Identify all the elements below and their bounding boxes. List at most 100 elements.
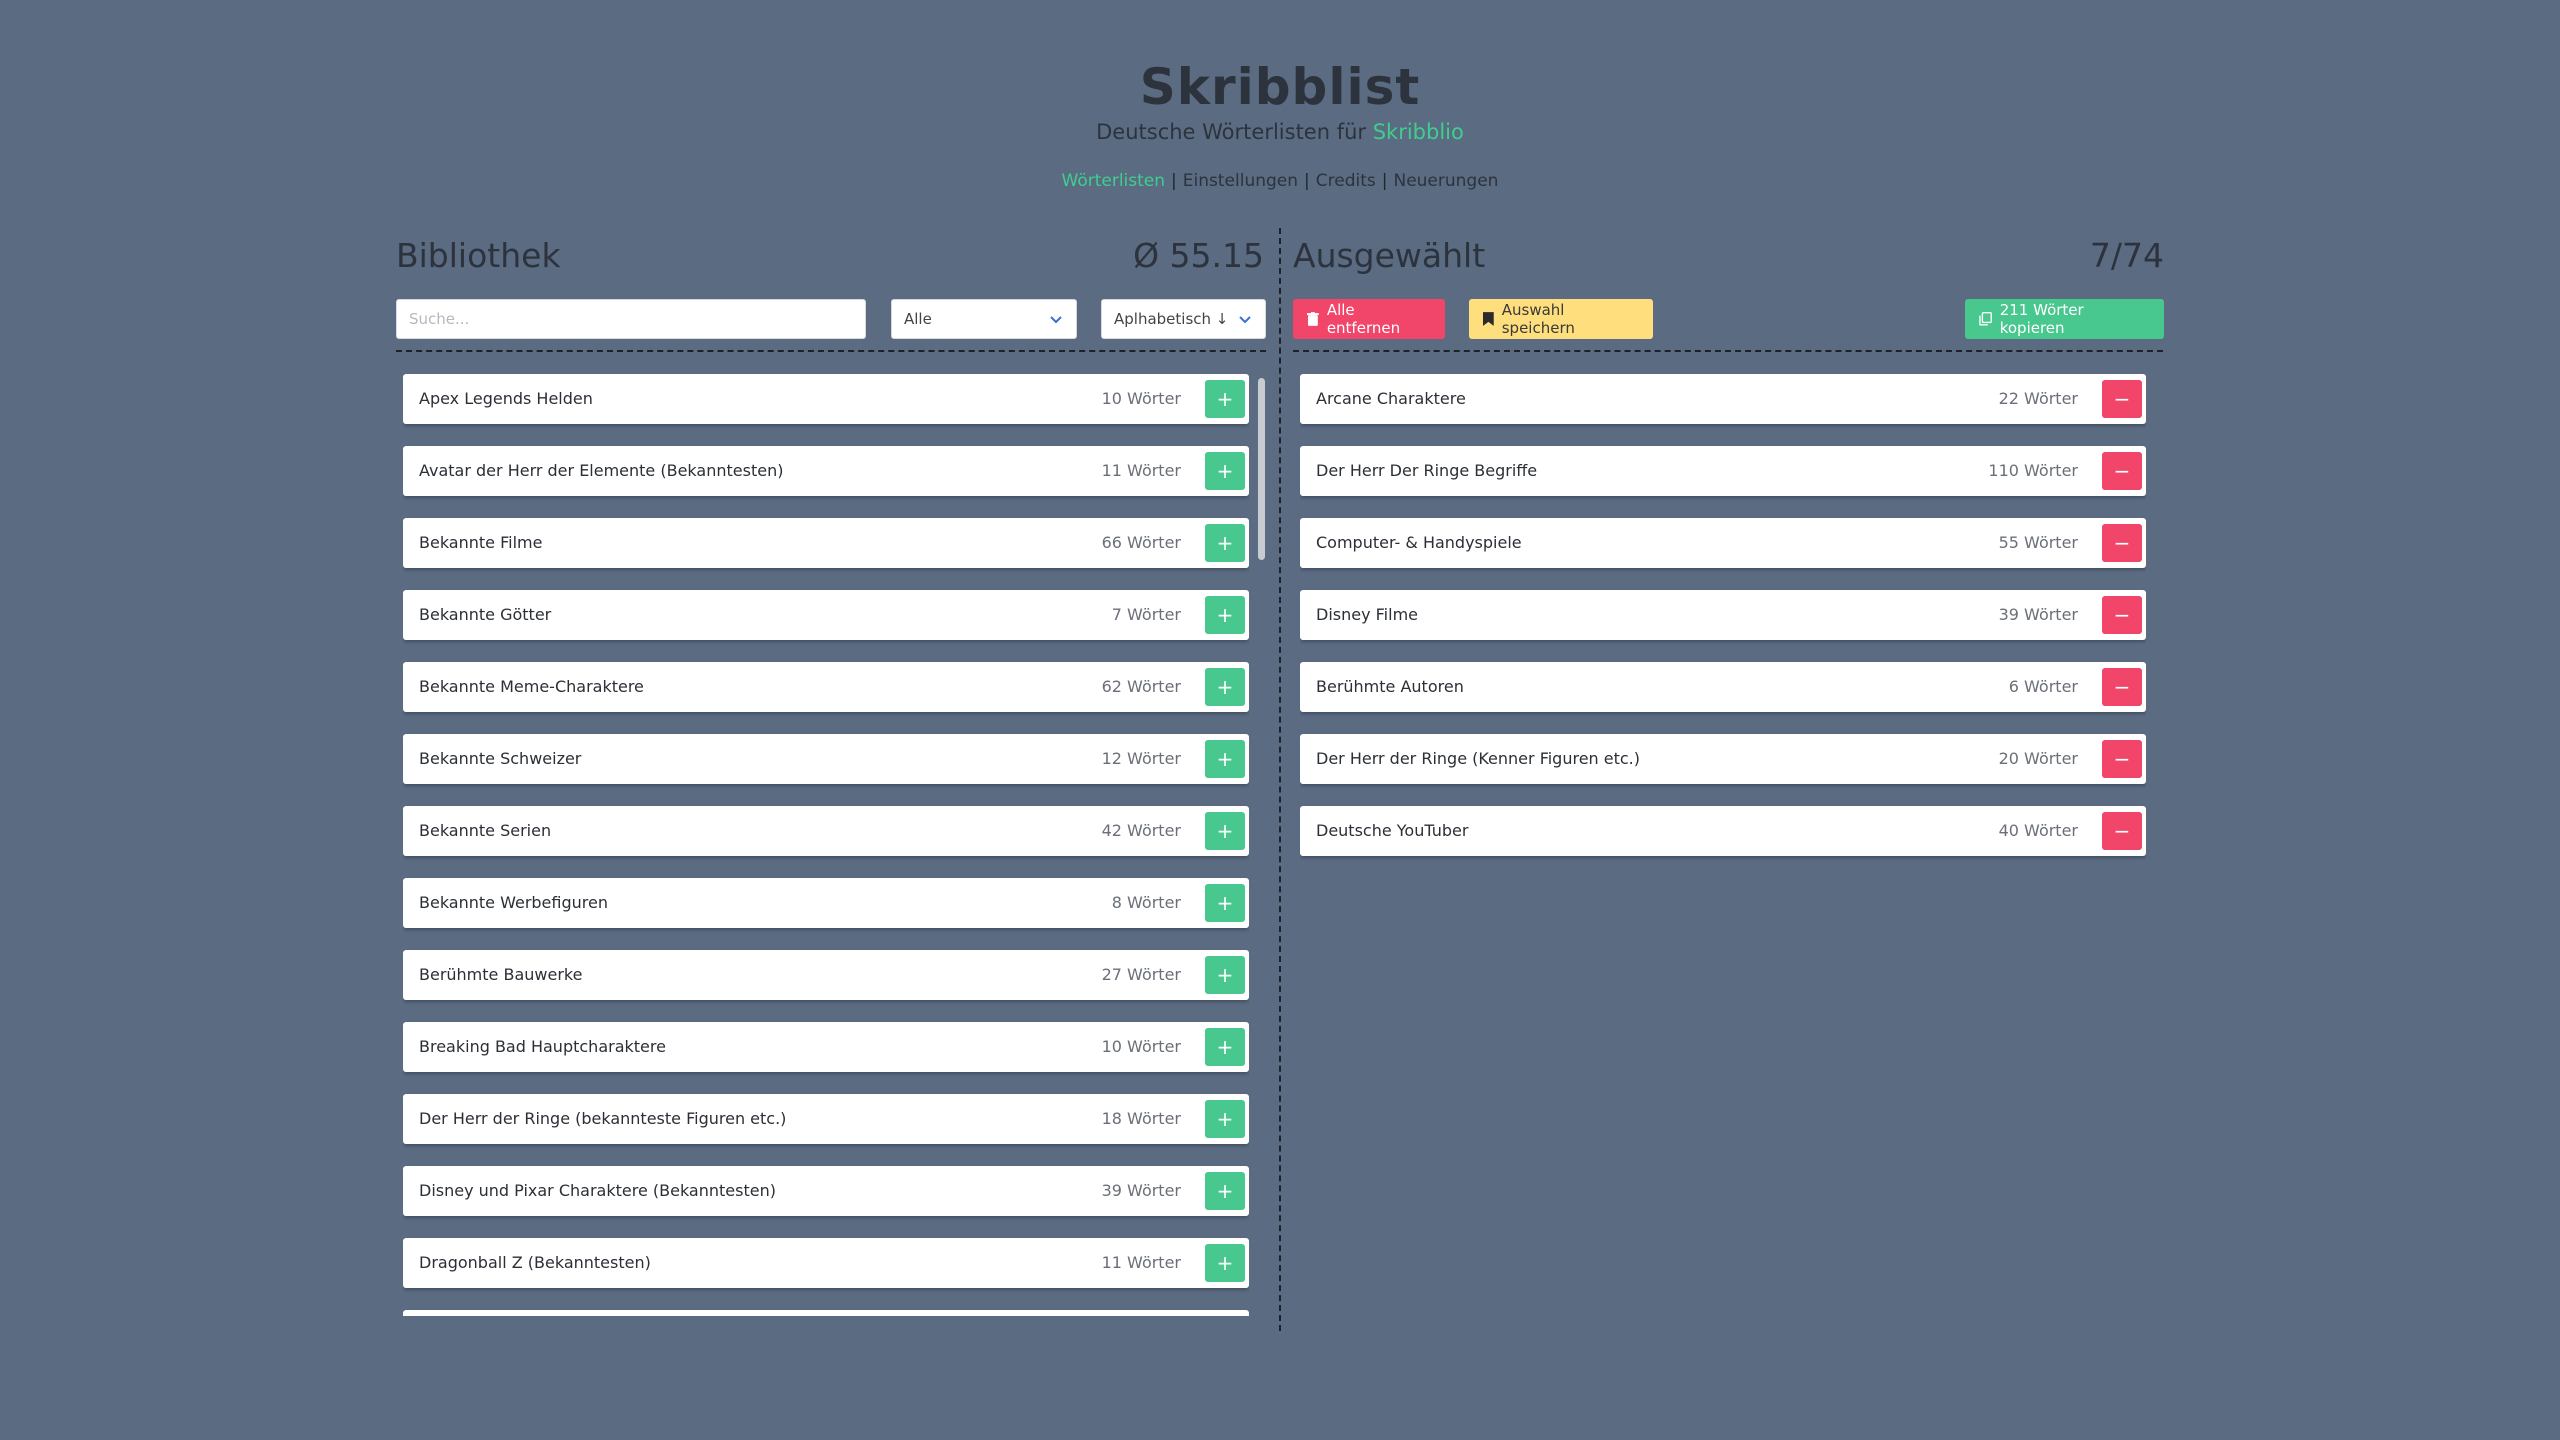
nav-credits[interactable]: Credits	[1310, 171, 1382, 191]
list-item: Breaking Bad Hauptcharaktere 10 Wörter +	[403, 1022, 1249, 1072]
copy-words-button[interactable]: 211 Wörter kopieren	[1965, 299, 2164, 339]
list-item-name: Dragonball Z (Bekanntesten)	[419, 1253, 651, 1272]
panel-divider	[1279, 228, 1281, 1331]
library-list[interactable]: Apex Legends Helden 10 Wörter + Avatar der …	[403, 374, 1249, 1316]
library-divider	[396, 350, 1266, 352]
list-item-count: 42 Wörter	[1101, 821, 1181, 840]
nav-wortlisten[interactable]: Wörterlisten	[1056, 171, 1172, 191]
list-item-count: 6 Wörter	[2008, 677, 2078, 696]
list-item-count: 12 Wörter	[1101, 749, 1181, 768]
list-item-name: Bekannte Werbefiguren	[419, 893, 608, 912]
add-list-button[interactable]: +	[1205, 812, 1245, 850]
list-item: Apex Legends Helden 10 Wörter +	[403, 374, 1249, 424]
nav-neuerungen[interactable]: Neuerungen	[1387, 171, 1504, 191]
list-item: Bekannte Serien 42 Wörter +	[403, 806, 1249, 856]
list-item: +	[403, 1310, 1249, 1316]
library-scrollbar[interactable]	[1258, 378, 1265, 560]
list-item-name: Breaking Bad Hauptcharaktere	[419, 1037, 666, 1056]
remove-all-button[interactable]: Alle entfernen	[1293, 299, 1445, 339]
list-item: Bekannte Werbefiguren 8 Wörter +	[403, 878, 1249, 928]
bookmark-icon	[1483, 312, 1494, 326]
add-list-button[interactable]: +	[1205, 380, 1245, 418]
list-item-name: Bekannte Serien	[419, 821, 552, 840]
list-item-name: Disney Filme	[1316, 605, 1418, 624]
list-item-name: Bekannte Schweizer	[419, 749, 582, 768]
list-item: Berühmte Bauwerke 27 Wörter +	[403, 950, 1249, 1000]
list-item-name: Bekannte Meme-Charaktere	[419, 677, 644, 696]
trash-icon	[1307, 312, 1319, 326]
list-item-name: Disney und Pixar Charaktere (Bekannteste…	[419, 1181, 776, 1200]
add-list-button[interactable]: +	[1205, 1028, 1245, 1066]
remove-list-button[interactable]: −	[2102, 812, 2142, 850]
add-list-button[interactable]: +	[1205, 1172, 1245, 1210]
add-list-button[interactable]: +	[1205, 668, 1245, 706]
list-item: Deutsche YouTuber 40 Wörter −	[1300, 806, 2146, 856]
list-item-name: Arcane Charaktere	[1316, 389, 1466, 408]
add-list-button[interactable]: +	[1205, 452, 1245, 490]
list-item: Berühmte Autoren 6 Wörter −	[1300, 662, 2146, 712]
list-item-count: 55 Wörter	[1998, 533, 2078, 552]
add-list-button[interactable]: +	[1205, 524, 1245, 562]
list-item: Der Herr Der Ringe Begriffe 110 Wörter −	[1300, 446, 2146, 496]
list-item: Computer- & Handyspiele 55 Wörter −	[1300, 518, 2146, 568]
add-list-button[interactable]: +	[1205, 596, 1245, 634]
nav-einstellungen[interactable]: Einstellungen	[1177, 171, 1304, 191]
save-selection-button[interactable]: Auswahl speichern	[1469, 299, 1653, 339]
chevron-down-icon	[1050, 316, 1062, 324]
list-item-name: Der Herr der Ringe (Kenner Figuren etc.)	[1316, 749, 1641, 768]
list-item: Bekannte Meme-Charaktere 62 Wörter +	[403, 662, 1249, 712]
remove-list-button[interactable]: −	[2102, 668, 2142, 706]
sort-select-value: Aplhabetisch ↓	[1114, 310, 1229, 328]
list-item-name: Apex Legends Helden	[419, 389, 593, 408]
list-item-count: 110 Wörter	[1988, 461, 2078, 480]
list-item-count: 39 Wörter	[1998, 605, 2078, 624]
selected-divider	[1293, 350, 2163, 352]
list-item: Der Herr der Ringe (bekannteste Figuren …	[403, 1094, 1249, 1144]
list-item-name: Avatar der Herr der Elemente (Bekanntest…	[419, 461, 784, 480]
subtitle-text: Deutsche Wörterlisten für	[1096, 120, 1373, 144]
remove-list-button[interactable]: −	[2102, 380, 2142, 418]
list-item-count: 18 Wörter	[1101, 1109, 1181, 1128]
list-item-count: 62 Wörter	[1101, 677, 1181, 696]
remove-list-button[interactable]: −	[2102, 524, 2142, 562]
filter-select[interactable]: Alle	[891, 299, 1077, 339]
list-item-count: 40 Wörter	[1998, 821, 2078, 840]
list-item: Dragonball Z (Bekanntesten) 11 Wörter +	[403, 1238, 1249, 1288]
search-input[interactable]	[396, 299, 866, 339]
remove-list-button[interactable]: −	[2102, 452, 2142, 490]
list-item-name: Berühmte Bauwerke	[419, 965, 583, 984]
app-title: Skribblist	[1139, 58, 1421, 116]
selected-title: Ausgewählt	[1293, 236, 1486, 275]
filter-select-value: Alle	[904, 310, 932, 328]
add-list-button[interactable]: +	[1205, 884, 1245, 922]
save-selection-label: Auswahl speichern	[1501, 301, 1575, 337]
list-item-count: 20 Wörter	[1998, 749, 2078, 768]
sort-select[interactable]: Aplhabetisch ↓	[1101, 299, 1266, 339]
list-item: Arcane Charaktere 22 Wörter −	[1300, 374, 2146, 424]
remove-list-button[interactable]: −	[2102, 740, 2142, 778]
list-item-name: Deutsche YouTuber	[1316, 821, 1469, 840]
add-list-button[interactable]: +	[1205, 956, 1245, 994]
selected-list: Arcane Charaktere 22 Wörter − Der Herr Der …	[1300, 374, 2146, 1316]
list-item-name: Der Herr Der Ringe Begriffe	[1316, 461, 1538, 480]
add-list-button[interactable]: +	[1205, 1244, 1245, 1282]
list-item-name: Bekannte Götter	[419, 605, 552, 624]
list-item: Der Herr der Ringe (Kenner Figuren etc.)…	[1300, 734, 2146, 784]
chevron-down-icon	[1239, 316, 1251, 324]
add-list-button[interactable]: +	[1205, 1100, 1245, 1138]
list-item: Bekannte Schweizer 12 Wörter +	[403, 734, 1249, 784]
list-item-count: 10 Wörter	[1101, 1037, 1181, 1056]
list-item-name: Bekannte Filme	[419, 533, 543, 552]
list-item-name: Computer- & Handyspiele	[1316, 533, 1522, 552]
nav-separator: |	[1171, 171, 1177, 191]
copy-words-label: 211 Wörter kopieren	[1999, 301, 2084, 337]
main-nav: Wörterlisten | Einstellungen | Credits | Neuer…	[0, 171, 2560, 191]
list-item-count: 10 Wörter	[1101, 389, 1181, 408]
remove-all-label: Alle entfernen	[1326, 301, 1401, 337]
library-average: Ø 55.15	[1133, 236, 1264, 275]
add-list-button[interactable]: +	[1205, 740, 1245, 778]
skribblio-link[interactable]: Skribblio	[1373, 120, 1464, 144]
list-item-count: 39 Wörter	[1101, 1181, 1181, 1200]
remove-list-button[interactable]: −	[2102, 596, 2142, 634]
list-item: Disney Filme 39 Wörter −	[1300, 590, 2146, 640]
